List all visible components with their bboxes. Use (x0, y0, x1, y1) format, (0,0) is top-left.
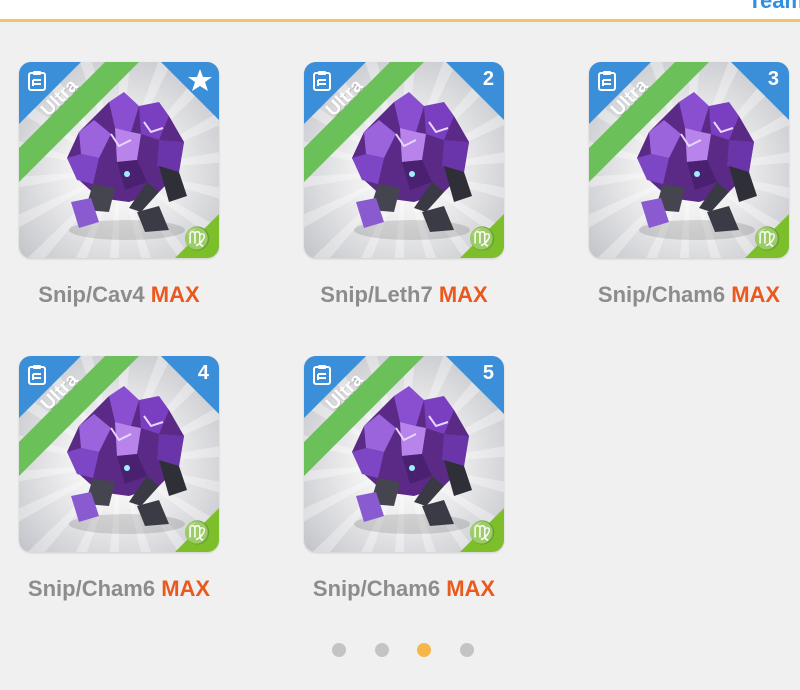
monster-caption: Snip/Cav4 MAX (0, 282, 249, 308)
team-slot-number: 2 (482, 68, 494, 90)
team-slot-number: 3 (767, 68, 779, 90)
monster-card[interactable]: Ultra ♍ (19, 62, 219, 258)
monster-name: Snip/Cham6 (312, 576, 441, 601)
monster-name: Snip/Cham6 (597, 282, 726, 307)
virgo-icon: ♍ (753, 226, 781, 251)
level-max-label: MAX (731, 282, 781, 307)
virgo-icon: ♍ (183, 226, 211, 251)
notes-icon (313, 365, 331, 385)
level-max-label: MAX (161, 576, 211, 601)
monster-name: Snip/Cham6 (27, 576, 156, 601)
virgo-icon: ♍ (468, 520, 496, 545)
level-max-label: MAX (150, 282, 200, 307)
page-dot[interactable] (375, 643, 389, 657)
monster-card[interactable]: 5 Ultra ♍ (304, 356, 504, 552)
team-link[interactable]: Team (748, 0, 800, 14)
level-max-label: MAX (438, 282, 488, 307)
notes-icon (313, 71, 331, 91)
team-slot-number: 5 (482, 362, 494, 384)
page-dot[interactable] (332, 643, 346, 657)
monster-caption: Snip/Cham6 MAX (274, 576, 534, 602)
virgo-icon: ♍ (183, 520, 211, 545)
level-max-label: MAX (446, 576, 496, 601)
monster-card[interactable]: 2 Ultra ♍ (304, 62, 504, 258)
monster-card[interactable]: 4 Ultra ♍ (19, 356, 219, 552)
monster-caption: Snip/Cham6 MAX (559, 282, 800, 308)
monster-card[interactable]: 3 Ultra ♍ (589, 62, 789, 258)
virgo-icon: ♍ (468, 226, 496, 251)
monster-caption: Snip/Cham6 MAX (0, 576, 249, 602)
top-bar: Team (0, 0, 800, 22)
notes-icon (28, 71, 46, 91)
monster-caption: Snip/Leth7 MAX (274, 282, 534, 308)
page-dot[interactable] (417, 643, 431, 657)
team-slot-number: 4 (197, 362, 209, 384)
notes-icon (598, 71, 616, 91)
page-dot[interactable] (460, 643, 474, 657)
monster-name: Snip/Cav4 (38, 282, 145, 307)
star-icon (188, 69, 212, 91)
monster-name: Snip/Leth7 (320, 282, 433, 307)
notes-icon (28, 365, 46, 385)
